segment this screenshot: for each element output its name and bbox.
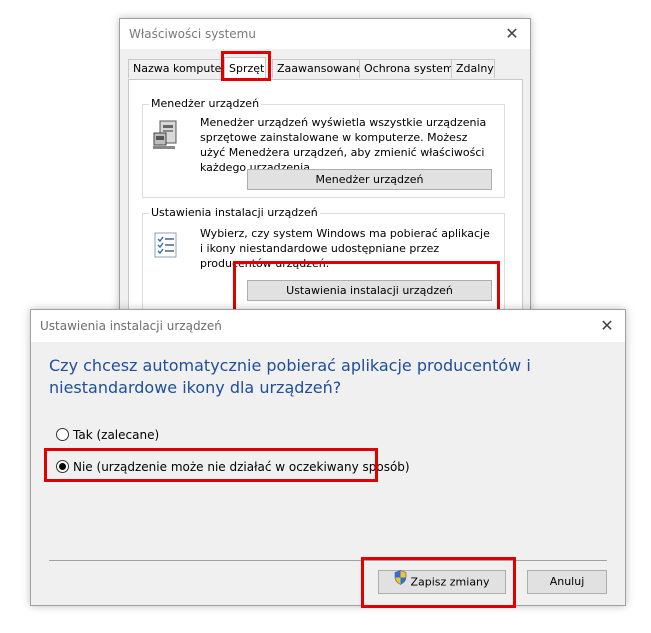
device-manager-group-title: Menedżer urządzeń: [149, 97, 262, 110]
checklist-icon: [153, 232, 179, 258]
dialog-question: Czy chcesz automatycznie pobierać aplika…: [49, 356, 531, 397]
tab-advanced[interactable]: Zaawansowane: [272, 59, 364, 78]
cancel-button[interactable]: Anuluj: [527, 570, 607, 594]
device-manager-description: Menedżer urządzeń wyświetla wszystkie ur…: [200, 116, 487, 174]
close-icon[interactable]: ✕: [597, 310, 617, 342]
dialog-separator: [49, 560, 607, 561]
highlight-installation-settings-button: [233, 261, 500, 312]
device-manager-icon: [151, 119, 181, 151]
radio-yes[interactable]: [56, 428, 69, 441]
close-icon[interactable]: ✕: [502, 19, 522, 49]
tab-system-protection[interactable]: Ochrona systemu: [359, 59, 461, 78]
option-yes[interactable]: Tak (zalecane): [56, 427, 159, 443]
tab-remote[interactable]: Zdalny: [451, 59, 495, 78]
system-properties-titlebar: Właściwości systemu ✕: [120, 19, 530, 49]
highlight-hardware-tab: [221, 51, 271, 81]
dialog-title: Ustawienia instalacji urządzeń: [40, 319, 222, 333]
system-properties-title: Właściwości systemu: [129, 27, 256, 41]
option-yes-label: Tak (zalecane): [73, 428, 160, 442]
highlight-save-button: [361, 557, 516, 608]
device-installation-group-title: Ustawienia instalacji urządzeń: [149, 206, 320, 219]
highlight-no-option: [44, 448, 378, 482]
dialog-titlebar: Ustawienia instalacji urządzeń ✕: [31, 310, 625, 342]
device-manager-group: Menedżer urządzeń Menedżer urządzeń wyśw…: [142, 97, 505, 198]
device-manager-button[interactable]: Menedżer urządzeń: [247, 169, 492, 190]
tab-computer-name[interactable]: Nazwa komputera: [128, 59, 233, 78]
